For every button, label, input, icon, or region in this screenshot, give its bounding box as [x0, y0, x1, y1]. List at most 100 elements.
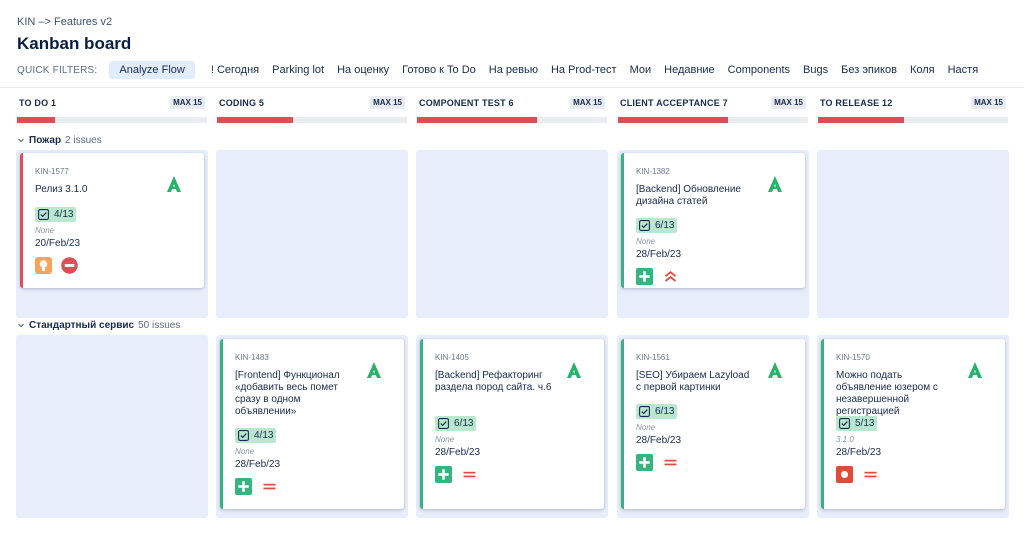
- quick-filter[interactable]: Мои: [624, 61, 658, 79]
- column-header[interactable]: TO DO 1 MAX 15: [17, 96, 207, 126]
- chevron-down-icon[interactable]: [17, 321, 25, 329]
- quick-filter[interactable]: Bugs: [797, 61, 834, 79]
- swimlane-header[interactable]: Пожар 2 issues: [17, 133, 102, 147]
- quick-filter[interactable]: Components: [722, 61, 796, 79]
- issue-summary: Можно подать объявление юзером с незавер…: [836, 370, 938, 417]
- checkbox-icon: [639, 406, 650, 417]
- board-cell: [817, 150, 1009, 318]
- due-date: 28/Feb/23: [636, 249, 682, 260]
- issue-key[interactable]: KIN-1483: [235, 353, 269, 362]
- column-max-badge: MAX 15: [170, 96, 205, 109]
- swimlane-issue-count: 50 issues: [138, 319, 181, 331]
- issue-card[interactable]: KIN-1577 Релиз 3.1.0 4/13 None 20/Feb/23: [20, 153, 204, 288]
- quick-filter[interactable]: На Prod-тест: [545, 61, 623, 79]
- due-date: 28/Feb/23: [836, 447, 882, 458]
- issue-key[interactable]: KIN-1405: [435, 353, 469, 362]
- swimlane-name: Стандартный сервис: [29, 319, 135, 331]
- due-date: 28/Feb/23: [435, 447, 481, 458]
- column-header[interactable]: CLIENT ACCEPTANCE 7 MAX 15: [618, 96, 808, 126]
- wip-limit-bar: [217, 117, 407, 123]
- wip-limit-bar-fill: [17, 117, 55, 123]
- quick-filter[interactable]: Настя: [942, 61, 985, 79]
- quick-filter[interactable]: Готово к To Do: [396, 61, 482, 79]
- blocker-icon: [61, 257, 78, 274]
- board-cell: [216, 150, 408, 318]
- priority-medium-icon: [461, 466, 478, 483]
- bug-icon: [836, 466, 853, 483]
- subtask-progress: 5/13: [836, 416, 878, 431]
- column-header[interactable]: TO RELEASE 12 MAX 15: [818, 96, 1008, 126]
- swimlane-issue-count: 2 issues: [65, 134, 102, 146]
- avatar: [566, 361, 582, 379]
- wip-limit-bar-fill: [818, 117, 904, 123]
- issue-key[interactable]: KIN-1382: [636, 167, 670, 176]
- issue-card[interactable]: KIN-1570 Можно подать объявление юзером с…: [821, 339, 1005, 509]
- fix-version: None: [35, 226, 55, 235]
- priority-medium-icon: [862, 466, 879, 483]
- issue-key[interactable]: KIN-1561: [636, 353, 670, 362]
- quick-filter[interactable]: Analyze Flow: [109, 61, 195, 79]
- issue-card[interactable]: KIN-1382 [Backend] Обновление дизайна ста…: [621, 153, 805, 288]
- checkbox-icon: [38, 209, 49, 220]
- issue-summary: [Backend] Рефакторинг раздела пород сайт…: [435, 370, 552, 393]
- issue-summary: [Backend] Обновление дизайна статей: [636, 184, 741, 207]
- wip-limit-bar-fill: [618, 117, 729, 123]
- card-icons: [35, 257, 87, 274]
- new-feature-icon: [636, 268, 653, 285]
- column-max-badge: MAX 15: [771, 96, 806, 109]
- wip-limit-bar-fill: [417, 117, 537, 123]
- fix-version: None: [636, 423, 656, 432]
- priority-medium-icon: [261, 478, 278, 495]
- column-title: COMPONENT TEST 6: [419, 98, 514, 108]
- due-date: 28/Feb/23: [235, 459, 281, 470]
- checkbox-icon: [238, 430, 249, 441]
- priority-medium-icon: [662, 454, 679, 471]
- checkbox-icon: [438, 418, 449, 429]
- issue-card[interactable]: KIN-1561 [SEO] Убираем Lazyload с первой …: [621, 339, 805, 509]
- fix-version: None: [235, 447, 255, 456]
- quick-filter[interactable]: На оценку: [331, 61, 395, 79]
- fix-version: 3.1.0: [836, 435, 854, 444]
- quick-filter[interactable]: Недавние: [658, 61, 721, 79]
- column-title: CLIENT ACCEPTANCE 7: [620, 98, 728, 108]
- header-divider: [0, 87, 1024, 88]
- column-max-badge: MAX 15: [971, 96, 1006, 109]
- quick-filter[interactable]: На ревью: [483, 61, 544, 79]
- subtask-count: 4/13: [254, 430, 274, 441]
- wip-limit-bar: [417, 117, 607, 123]
- issue-card[interactable]: KIN-1405 [Backend] Рефакторинг раздела по…: [420, 339, 604, 509]
- board-cell: [416, 150, 608, 318]
- issue-card[interactable]: KIN-1483 [Frontend] Функционал «добавить …: [220, 339, 404, 509]
- breadcrumb[interactable]: KIN –> Features v2: [17, 16, 112, 28]
- subtask-progress: 6/13: [636, 404, 678, 419]
- quick-filter[interactable]: ! Сегодня: [205, 61, 265, 79]
- quick-filter[interactable]: Коля: [904, 61, 941, 79]
- due-date: 20/Feb/23: [35, 238, 81, 249]
- wip-limit-bar-fill: [217, 117, 293, 123]
- issue-key[interactable]: KIN-1570: [836, 353, 870, 362]
- quick-filters-bar: QUICK FILTERS: Analyze Flow ! Сегодня Pa…: [17, 60, 985, 80]
- swimlane-name: Пожар: [29, 134, 62, 146]
- page-title: Kanban board: [17, 34, 132, 53]
- card-icons: [636, 454, 688, 471]
- checkbox-icon: [839, 418, 850, 429]
- issue-key[interactable]: KIN-1577: [35, 167, 69, 176]
- wip-limit-bar: [818, 117, 1008, 123]
- improvement-icon: [35, 257, 52, 274]
- subtask-count: 5/13: [855, 418, 875, 429]
- column-header[interactable]: COMPONENT TEST 6 MAX 15: [417, 96, 607, 126]
- swimlane-header[interactable]: Стандартный сервис 50 issues: [17, 318, 180, 332]
- column-header[interactable]: CODING 5 MAX 15: [217, 96, 407, 126]
- quick-filter[interactable]: Parking lot: [266, 61, 330, 79]
- avatar: [166, 175, 182, 193]
- subtask-count: 6/13: [454, 418, 474, 429]
- wip-limit-bar: [17, 117, 207, 123]
- quick-filter[interactable]: Без эпиков: [835, 61, 903, 79]
- fix-version: None: [435, 435, 455, 444]
- priority-highest-icon: [662, 268, 679, 285]
- avatar: [767, 175, 783, 193]
- new-feature-icon: [435, 466, 452, 483]
- column-max-badge: MAX 15: [570, 96, 605, 109]
- fix-version: None: [636, 237, 656, 246]
- chevron-down-icon[interactable]: [17, 136, 25, 144]
